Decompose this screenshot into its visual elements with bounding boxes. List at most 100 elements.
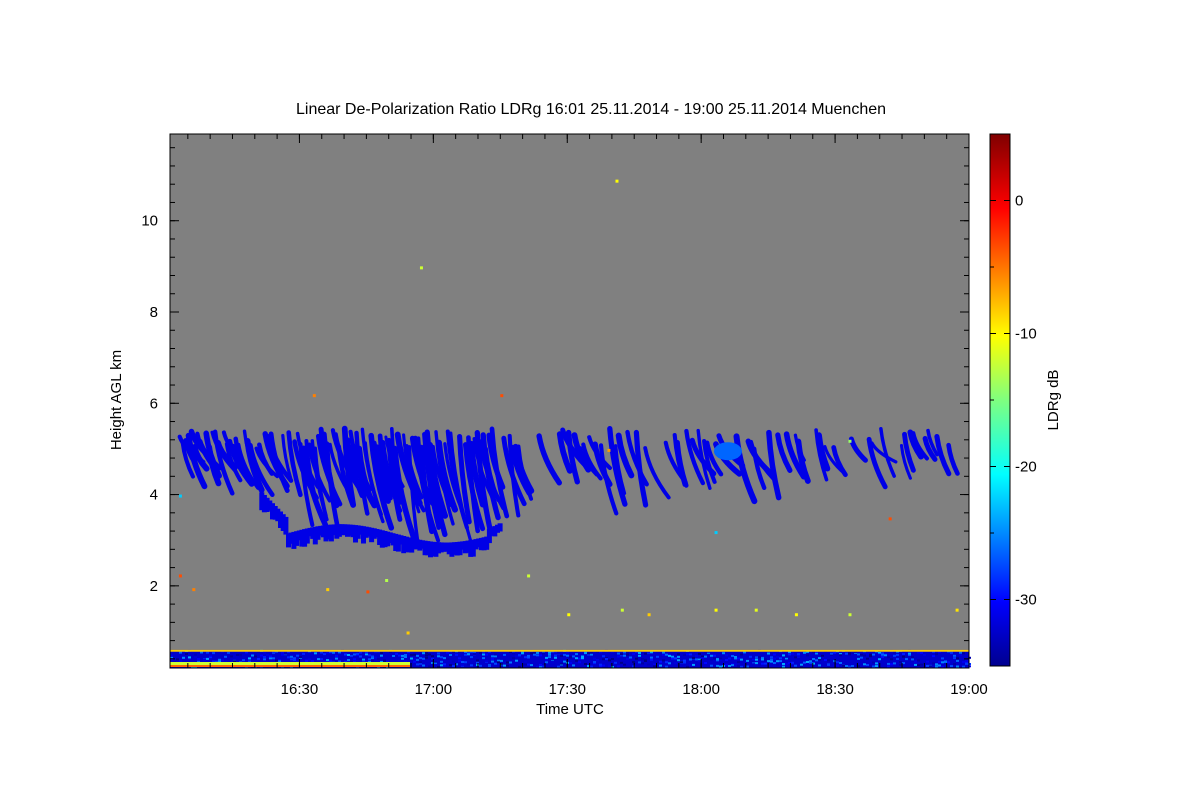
bl-cell: [818, 657, 821, 660]
bl-cell: [269, 657, 272, 660]
bl-cell: [263, 656, 266, 658]
bl-cell: [203, 652, 206, 655]
bl-cell: [584, 663, 587, 665]
bl-cell: [299, 656, 302, 659]
bl-cell: [926, 664, 929, 667]
bl-cell: [632, 661, 635, 664]
bl-cell: [203, 659, 206, 662]
bl-cell: [665, 661, 668, 664]
noise-speck: [312, 394, 316, 398]
bl-cell: [878, 653, 881, 656]
bl-cell: [878, 658, 881, 661]
bl-cell: [674, 662, 677, 665]
bl-cell: [302, 652, 305, 655]
bl-cell: [725, 663, 728, 666]
bl-cell: [356, 652, 359, 655]
bl-cell: [845, 665, 848, 667]
bl-cell: [644, 652, 647, 655]
bl-cell: [869, 665, 872, 667]
bl-cell: [545, 661, 548, 664]
bl-cell: [770, 656, 773, 659]
bl-cell: [887, 662, 890, 665]
bl-cell: [833, 651, 836, 654]
noise-speck: [888, 517, 892, 521]
bl-cell: [554, 654, 557, 657]
noise-speck: [848, 613, 852, 617]
bl-cell: [527, 656, 530, 659]
bl-cell: [797, 653, 800, 656]
noise-speck: [620, 608, 624, 612]
bl-cell: [737, 657, 740, 660]
bl-cell: [320, 658, 323, 661]
y-tick-label: 6: [150, 395, 158, 412]
bl-cell: [929, 665, 932, 668]
bl-cell: [638, 652, 641, 654]
bl-cell: [368, 658, 371, 661]
bl-cell: [911, 658, 914, 661]
bl-cell: [650, 656, 653, 659]
bl-cell: [392, 655, 395, 657]
bl-cell: [410, 657, 413, 660]
bl-cell: [524, 660, 527, 663]
bl-cell: [449, 664, 452, 667]
bl-cell: [182, 656, 185, 659]
noise-speck: [385, 579, 389, 582]
bl-cell: [602, 658, 605, 661]
bl-cell: [965, 660, 968, 663]
bl-cell: [443, 657, 446, 660]
bl-cell: [293, 657, 296, 660]
bl-cell: [887, 665, 890, 668]
bl-cell: [425, 654, 428, 657]
bl-cell: [488, 665, 491, 667]
depol-patch: [713, 442, 742, 461]
bl-cell: [491, 660, 494, 663]
bl-cell: [422, 652, 425, 655]
bl-cell: [398, 659, 401, 662]
bl-cell: [695, 655, 698, 657]
bl-cell: [848, 653, 851, 656]
bl-cell: [461, 664, 464, 667]
bl-cell: [341, 656, 344, 659]
bl-cell: [467, 663, 470, 666]
bl-cell: [749, 655, 752, 658]
bl-cell: [284, 652, 287, 655]
bl-cell: [491, 655, 494, 658]
bl-cell: [728, 665, 731, 667]
bl-cell: [620, 653, 623, 656]
ldr-chart: Linear De-Polarization Ratio LDRg 16:01 …: [108, 101, 1062, 718]
bl-cell: [731, 655, 734, 657]
bl-cell: [440, 656, 443, 659]
bl-cell: [956, 657, 959, 660]
bl-cell: [194, 656, 197, 659]
bl-cell: [419, 657, 422, 660]
y-tick-label: 2: [150, 578, 158, 595]
bl-cell: [308, 658, 311, 661]
bl-cell: [473, 653, 476, 655]
bl-cell: [668, 662, 671, 665]
bl-cell: [629, 656, 632, 659]
bl-cell: [545, 658, 548, 661]
bl-cell: [524, 656, 527, 659]
bl-cell: [410, 653, 413, 656]
bl-cell: [671, 657, 674, 660]
bl-cell: [626, 657, 629, 660]
x-tick-label: 17:00: [415, 681, 453, 698]
bl-cell: [668, 654, 671, 657]
bl-cell: [548, 653, 551, 656]
bl-cell: [434, 660, 437, 663]
noise-speck: [527, 574, 531, 578]
bl-cell: [275, 659, 278, 662]
bl-cell: [323, 653, 326, 656]
bl-cell: [926, 660, 929, 663]
bl-cell: [623, 654, 626, 657]
bl-cell: [482, 657, 485, 660]
bl-cell: [527, 663, 530, 666]
bl-cell: [779, 657, 782, 660]
bl-cell: [839, 662, 842, 664]
bl-cell: [506, 664, 509, 667]
bl-cell: [188, 656, 191, 659]
bl-cell: [677, 653, 680, 656]
bl-cell: [953, 663, 956, 666]
bl-cell: [503, 659, 506, 662]
bl-cell: [593, 657, 596, 660]
